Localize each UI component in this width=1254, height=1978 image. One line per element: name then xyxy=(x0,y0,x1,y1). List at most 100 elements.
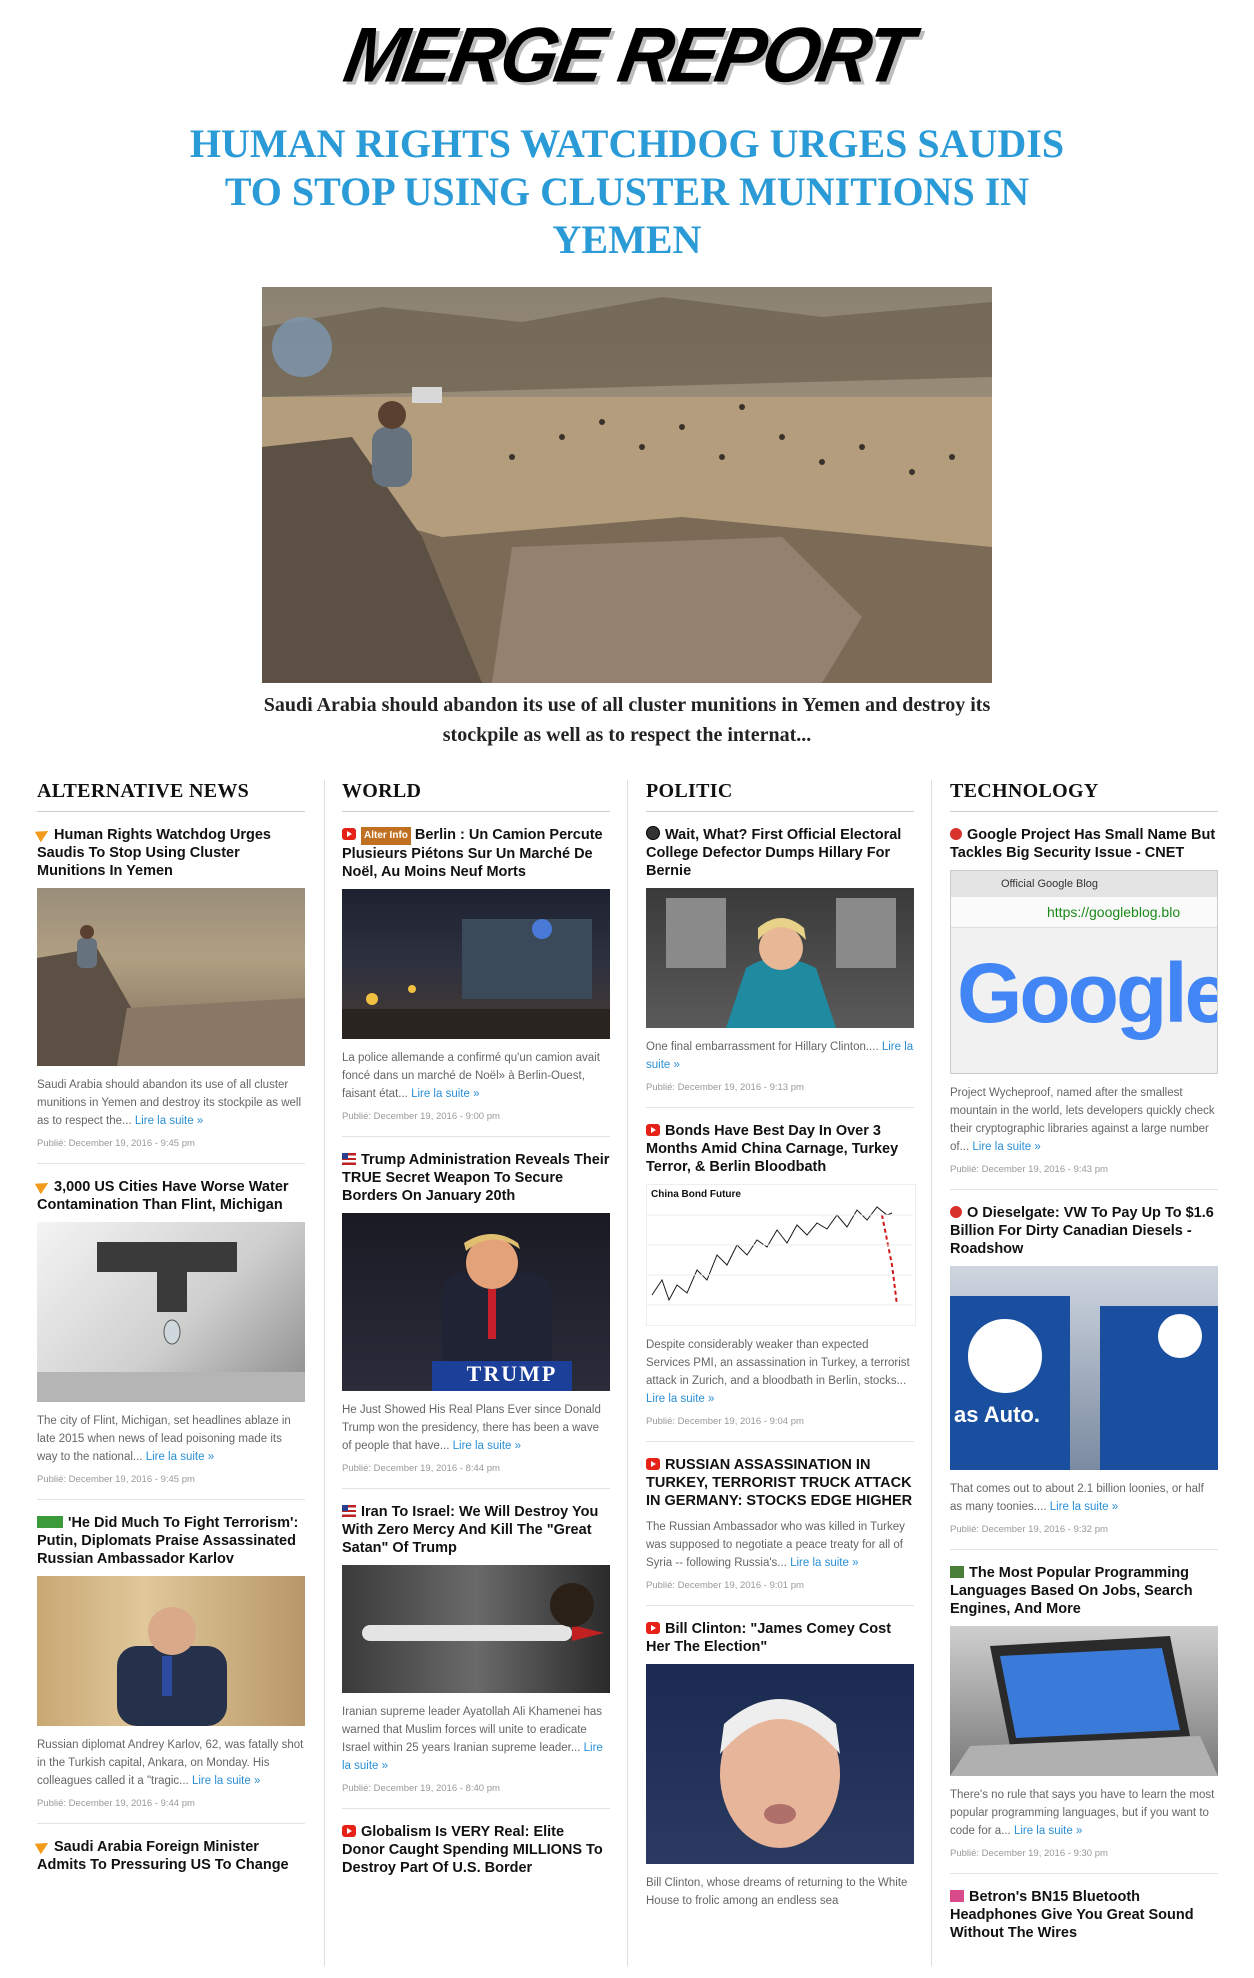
article-thumbnail[interactable]: TRUMP xyxy=(342,1213,610,1391)
article-excerpt: Russian diplomat Andrey Karlov, 62, was … xyxy=(37,1736,305,1790)
article-title-text: 'He Did Much To Fight Terrorism': Putin,… xyxy=(37,1515,299,1567)
article-thumbnail[interactable] xyxy=(646,888,914,1028)
article-excerpt-text: The Russian Ambassador who was killed in… xyxy=(646,1521,905,1569)
article-card: The Most Popular Programming Languages B… xyxy=(950,1564,1218,1874)
article-title[interactable]: Alter Info Berlin : Un Camion Percute Plu… xyxy=(342,826,610,881)
read-more-link[interactable]: Lire la suite » xyxy=(411,1088,479,1100)
article-thumbnail[interactable] xyxy=(37,888,305,1066)
china-bond-chart-title: China Bond Future xyxy=(651,1189,741,1200)
read-more-link[interactable]: Lire la suite » xyxy=(192,1775,260,1787)
article-title-text: Bill Clinton: "James Comey Cost Her The … xyxy=(646,1621,892,1655)
hero-photo-illustration xyxy=(262,287,992,683)
cnet-icon xyxy=(950,1206,962,1218)
rt-icon xyxy=(37,1516,63,1528)
article-title[interactable]: Iran To Israel: We Will Destroy You With… xyxy=(342,1503,610,1557)
article-card: Wait, What? First Official Electoral Col… xyxy=(646,826,914,1108)
article-excerpt-text: Iranian supreme leader Ayatollah Ali Kha… xyxy=(342,1706,602,1754)
globe-icon xyxy=(646,826,660,840)
article-excerpt: Saudi Arabia should abandon its use of a… xyxy=(37,1076,305,1130)
article-thumbnail[interactable]: Official Google Blog https://googleblog.… xyxy=(950,870,1218,1074)
article-date: Publié: December 19, 2016 - 9:13 pm xyxy=(646,1082,804,1093)
video-icon xyxy=(646,1622,660,1634)
article-card: Globalism Is VERY Real: Elite Donor Caug… xyxy=(342,1823,610,1899)
article-card: Google Project Has Small Name But Tackle… xyxy=(950,826,1218,1190)
article-thumbnail[interactable] xyxy=(342,889,610,1039)
article-card: Betron's BN15 Bluetooth Headphones Give … xyxy=(950,1888,1218,1964)
article-card: O Dieselgate: VW To Pay Up To $1.6 Billi… xyxy=(950,1204,1218,1550)
hillary-thumb-illustration xyxy=(666,898,896,1028)
article-title[interactable]: O Dieselgate: VW To Pay Up To $1.6 Billi… xyxy=(950,1204,1218,1258)
read-more-link[interactable]: Lire la suite » xyxy=(790,1557,858,1569)
vw-sign-label: as Auto. xyxy=(954,1402,1040,1427)
article-title[interactable]: Betron's BN15 Bluetooth Headphones Give … xyxy=(950,1888,1218,1942)
column-politic: POLITIC Wait, What? First Official Elect… xyxy=(646,780,916,1938)
hero-image[interactable] xyxy=(262,287,992,683)
column-divider xyxy=(931,780,932,1966)
article-thumbnail[interactable] xyxy=(37,1576,305,1726)
article-title[interactable]: Trump Administration Reveals Their TRUE … xyxy=(342,1151,610,1205)
video-icon xyxy=(342,828,356,840)
article-excerpt: There's no rule that says you have to le… xyxy=(950,1786,1218,1840)
pink-icon xyxy=(950,1890,964,1902)
article-date: Publié: December 19, 2016 - 8:44 pm xyxy=(342,1463,500,1474)
article-title[interactable]: Saudi Arabia Foreign Minister Admits To … xyxy=(34,1837,305,1874)
hero-caption: Saudi Arabia should abandon its use of a… xyxy=(263,694,991,746)
article-card: Bill Clinton: "James Comey Cost Her The … xyxy=(646,1620,914,1924)
article-thumbnail[interactable] xyxy=(342,1565,610,1693)
article-title[interactable]: Human Rights Watchdog Urges Saudis To St… xyxy=(34,825,305,880)
article-title[interactable]: 3,000 US Cities Have Worse Water Contami… xyxy=(34,1177,305,1214)
article-title[interactable]: 'He Did Much To Fight Terrorism': Putin,… xyxy=(37,1514,305,1568)
article-title[interactable]: RUSSIAN ASSASSINATION IN TURKEY, TERRORI… xyxy=(646,1456,914,1510)
read-more-link[interactable]: Lire la suite » xyxy=(972,1141,1040,1153)
read-more-link[interactable]: Lire la suite » xyxy=(1014,1825,1082,1837)
laptop-thumb-illustration xyxy=(950,1636,1218,1776)
article-title[interactable]: Wait, What? First Official Electoral Col… xyxy=(646,826,914,880)
article-card: Alter Info Berlin : Un Camion Percute Plu… xyxy=(342,826,610,1137)
missile-thumb-illustration xyxy=(362,1583,604,1641)
article-date: Publié: December 19, 2016 - 9:44 pm xyxy=(37,1798,195,1809)
article-title[interactable]: Bonds Have Best Day In Over 3 Months Ami… xyxy=(646,1122,914,1176)
arrow-icon xyxy=(34,1837,52,1855)
article-date: Publié: December 19, 2016 - 9:43 pm xyxy=(950,1164,1108,1175)
read-more-link[interactable]: Lire la suite » xyxy=(646,1393,714,1405)
article-excerpt: Iranian supreme leader Ayatollah Ali Kha… xyxy=(342,1703,610,1775)
article-excerpt: The Russian Ambassador who was killed in… xyxy=(646,1518,914,1572)
video-icon xyxy=(646,1458,660,1470)
article-excerpt: Project Wycheproof, named after the smal… xyxy=(950,1084,1218,1156)
article-excerpt: That comes out to about 2.1 billion loon… xyxy=(950,1480,1218,1516)
browser-tab: Official Google Blog xyxy=(951,871,1217,897)
karlov-thumb-illustration xyxy=(117,1607,227,1726)
arrow-icon xyxy=(34,825,52,843)
chart-icon xyxy=(950,1566,964,1578)
article-thumbnail[interactable]: China Bond Future xyxy=(646,1184,916,1326)
article-title[interactable]: The Most Popular Programming Languages B… xyxy=(950,1564,1218,1618)
bond-chart-illustration xyxy=(647,1206,913,1306)
hero-headline[interactable]: HUMAN RIGHTS WATCHDOG URGES SAUDIS TO ST… xyxy=(170,120,1084,264)
article-title[interactable]: Bill Clinton: "James Comey Cost Her The … xyxy=(646,1620,914,1656)
google-logo: Google xyxy=(951,928,1217,1058)
article-excerpt: He Just Showed His Real Plans Ever since… xyxy=(342,1401,610,1455)
read-more-link[interactable]: Lire la suite » xyxy=(1050,1501,1118,1513)
article-card: Iran To Israel: We Will Destroy You With… xyxy=(342,1503,610,1809)
article-thumbnail[interactable]: as Auto. xyxy=(950,1266,1218,1470)
article-excerpt: One final embarrassment for Hillary Clin… xyxy=(646,1038,914,1074)
trump-podium-label: TRUMP xyxy=(466,1361,558,1386)
video-icon xyxy=(342,1825,356,1837)
read-more-link[interactable]: Lire la suite » xyxy=(135,1115,203,1127)
article-excerpt: Despite considerably weaker than expecte… xyxy=(646,1336,914,1408)
vw-thumb-illustration xyxy=(950,1296,1218,1470)
google-logo-text: Google xyxy=(957,946,1218,1040)
read-more-link[interactable]: Lire la suite » xyxy=(146,1451,214,1463)
article-card: Trump Administration Reveals Their TRUE … xyxy=(342,1151,610,1489)
site-logo[interactable]: MERGE REPORT xyxy=(0,10,1254,97)
article-thumbnail[interactable] xyxy=(950,1626,1218,1776)
article-title[interactable]: Globalism Is VERY Real: Elite Donor Caug… xyxy=(342,1823,610,1877)
column-title: ALTERNATIVE NEWS xyxy=(37,780,305,812)
video-icon xyxy=(646,1124,660,1136)
column-world: WORLD Alter Info Berlin : Un Camion Percu… xyxy=(342,780,610,1913)
article-title-text: Bonds Have Best Day In Over 3 Months Ami… xyxy=(646,1123,899,1175)
article-title[interactable]: Google Project Has Small Name But Tackle… xyxy=(950,826,1218,862)
article-thumbnail[interactable] xyxy=(646,1664,914,1864)
read-more-link[interactable]: Lire la suite » xyxy=(453,1440,521,1452)
article-thumbnail[interactable] xyxy=(37,1222,305,1402)
